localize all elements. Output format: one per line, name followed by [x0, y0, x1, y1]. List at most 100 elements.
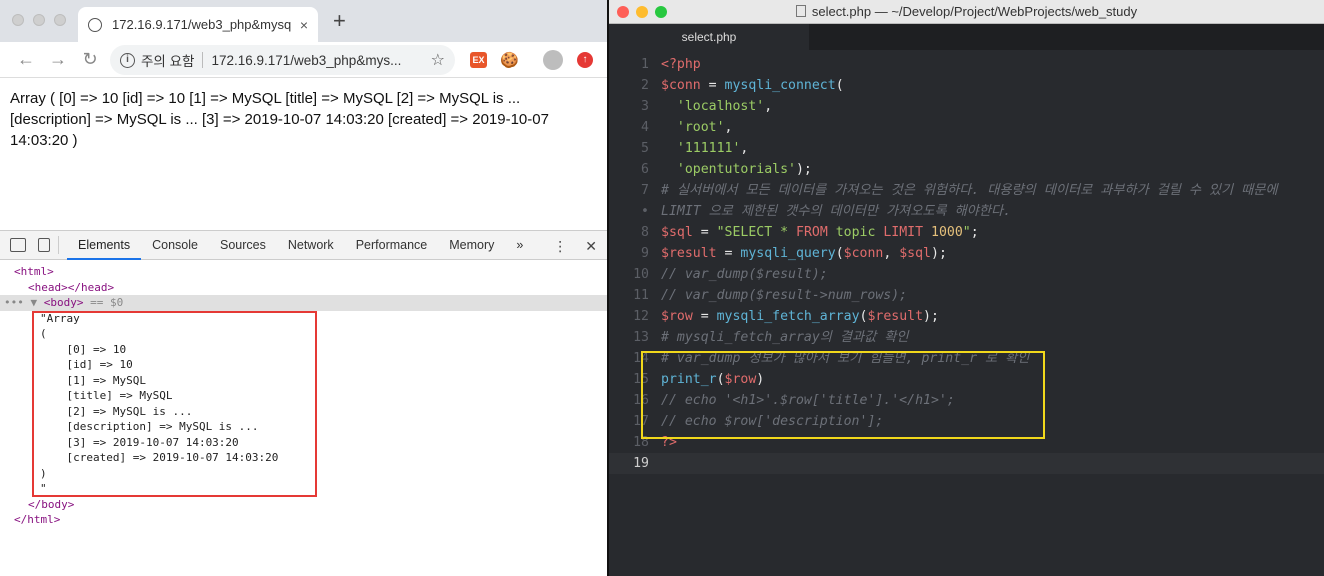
tab-console[interactable]: Console	[141, 230, 209, 260]
line-number: 4	[641, 120, 649, 135]
file-icon	[795, 5, 806, 17]
devtools-controls: ⋮ ✕	[553, 231, 597, 261]
code-token: mysqli_fetch_array	[716, 309, 860, 324]
line-number: 1	[641, 57, 649, 72]
code-token: (	[835, 78, 844, 93]
code-line[interactable]: 5 '111111',	[609, 138, 1324, 159]
minimize-window-button[interactable]	[33, 14, 45, 26]
highlight-box-yellow	[641, 351, 1045, 439]
tab-network[interactable]: Network	[277, 230, 345, 260]
bookmark-star-icon[interactable]: ☆	[431, 50, 445, 70]
address-separator	[202, 52, 204, 68]
code-line[interactable]: 6 'opentutorials');	[609, 159, 1324, 180]
info-icon[interactable]: i	[120, 52, 135, 68]
code-token: $conn	[843, 246, 884, 261]
code-token: );	[795, 162, 812, 177]
code-token: "	[962, 225, 971, 240]
editor-tab-select-php[interactable]: select.php	[609, 24, 809, 50]
html-open-node[interactable]: <html>	[14, 265, 54, 278]
highlight-box-red	[32, 311, 317, 497]
url-text[interactable]: 172.16.9.171/web3_php&mys...	[211, 53, 430, 68]
globe-icon	[88, 17, 102, 32]
head-node[interactable]: <head></head>	[28, 281, 114, 294]
inspect-element-icon[interactable]	[10, 238, 26, 252]
more-tabs-button[interactable]: »	[505, 230, 534, 260]
browser-tab[interactable]: 172.16.9.171/web3_php&mysql/ ×	[78, 7, 318, 42]
security-label[interactable]: 주의 요함	[141, 50, 194, 70]
tab-elements[interactable]: Elements	[67, 230, 142, 260]
profile-avatar[interactable]	[543, 50, 563, 70]
tab-sources[interactable]: Sources	[209, 230, 277, 260]
minimize-editor-button[interactable]	[636, 6, 648, 18]
address-bar[interactable]: i 주의 요함 172.16.9.171/web3_php&mys... ☆	[110, 45, 455, 75]
code-token: mysqli_connect	[724, 78, 836, 93]
kebab-menu-icon[interactable]: ⋮	[553, 238, 567, 255]
code-token: 1000	[931, 225, 963, 240]
code-line[interactable]: 12 $row = mysqli_fetch_array($result);	[609, 306, 1324, 327]
code-comment: // var_dump($result->num_rows);	[661, 288, 908, 303]
code-token: FROM	[796, 225, 828, 240]
code-token: $result	[867, 309, 924, 324]
line-number: •	[641, 204, 649, 219]
body-open-node[interactable]: <body>	[44, 296, 84, 309]
code-editor[interactable]: 1 <?php 2 $conn = mysqli_connect( 3 'local…	[609, 50, 1324, 474]
node-ellipsis-icon[interactable]: ••• ▼	[4, 296, 44, 309]
tab-memory[interactable]: Memory	[438, 230, 505, 260]
line-number: 5	[641, 141, 649, 156]
code-line[interactable]: 9 $result = mysqli_query($conn, $sql);	[609, 243, 1324, 264]
line-number: 11	[633, 288, 649, 303]
elements-tree: <html> <head></head> ••• ▼ <body> == $0 …	[0, 260, 607, 528]
code-token: 'localhost'	[676, 99, 765, 114]
editor-window: select.php — ~/Develop/Project/WebProjec…	[609, 0, 1324, 576]
devtools-separator	[58, 236, 59, 254]
browser-window: 172.16.9.171/web3_php&mysql/ × + ← → ↻ i…	[0, 0, 607, 576]
line-number: 19	[633, 456, 649, 471]
reload-icon[interactable]: ↻	[74, 49, 106, 70]
code-line[interactable]: 7 # 실서버에서 모든 데이터를 가져오는 것은 위험하다. 대용량의 데이터로…	[609, 180, 1324, 201]
code-token: $row	[661, 309, 693, 324]
maximize-editor-button[interactable]	[655, 6, 667, 18]
back-icon[interactable]: ←	[10, 49, 42, 70]
editor-tabbar: select.php	[609, 24, 1324, 50]
code-token: =	[700, 78, 725, 93]
cookie-extension-icon[interactable]: 🍪	[500, 51, 519, 69]
line-number: 6	[641, 162, 649, 177]
new-tab-button[interactable]: +	[333, 10, 346, 32]
body-close-node[interactable]: </body>	[28, 498, 74, 511]
forward-icon[interactable]: →	[42, 49, 74, 70]
close-devtools-icon[interactable]: ✕	[585, 238, 597, 255]
code-token: <?php	[661, 57, 701, 72]
code-line[interactable]: 11 // var_dump($result->num_rows);	[609, 285, 1324, 306]
code-line[interactable]: 1 <?php	[609, 54, 1324, 75]
code-line[interactable]: 10 // var_dump($result);	[609, 264, 1324, 285]
close-editor-button[interactable]	[617, 6, 629, 18]
code-line[interactable]: 2 $conn = mysqli_connect(	[609, 75, 1324, 96]
line-number: 8	[641, 225, 649, 240]
tab-close-icon[interactable]: ×	[300, 17, 308, 33]
code-comment: LIMIT 으로 제한된 갯수의 데이터만 가져오도록 해야한다.	[661, 204, 1012, 219]
code-token: mysqli_query	[740, 246, 836, 261]
code-token: topic	[827, 225, 884, 240]
tab-performance[interactable]: Performance	[345, 230, 439, 260]
code-comment: # mysqli_fetch_array의 결과값 확인	[661, 330, 909, 345]
code-token: $sql	[899, 246, 931, 261]
html-close-node[interactable]: </html>	[14, 513, 60, 526]
extension-icon[interactable]: EX	[470, 52, 487, 68]
line-number: 13	[633, 330, 649, 345]
tab-title: 172.16.9.171/web3_php&mysql/	[112, 17, 292, 32]
line-number: 12	[633, 309, 649, 324]
code-token: 'opentutorials'	[676, 162, 796, 177]
code-line[interactable]: • LIMIT 으로 제한된 갯수의 데이터만 가져오도록 해야한다.	[609, 201, 1324, 222]
code-line[interactable]: 13 # mysqli_fetch_array의 결과값 확인	[609, 327, 1324, 348]
close-window-button[interactable]	[12, 14, 24, 26]
code-line-current[interactable]: 19	[609, 453, 1324, 474]
code-line[interactable]: 3 'localhost',	[609, 96, 1324, 117]
line-number: 3	[641, 99, 649, 114]
code-comment: # 실서버에서 모든 데이터를 가져오는 것은 위험하다. 대용량의 데이터로 …	[661, 183, 1278, 198]
device-toolbar-icon[interactable]	[38, 238, 50, 252]
update-icon[interactable]: ↑	[577, 52, 593, 68]
page-output-text: Array ( [0] => 10 [id] => 10 [1] => MySQ…	[10, 90, 549, 149]
maximize-window-button[interactable]	[54, 14, 66, 26]
code-line[interactable]: 8 $sql = "SELECT * FROM topic LIMIT 1000"…	[609, 222, 1324, 243]
code-line[interactable]: 4 'root',	[609, 117, 1324, 138]
